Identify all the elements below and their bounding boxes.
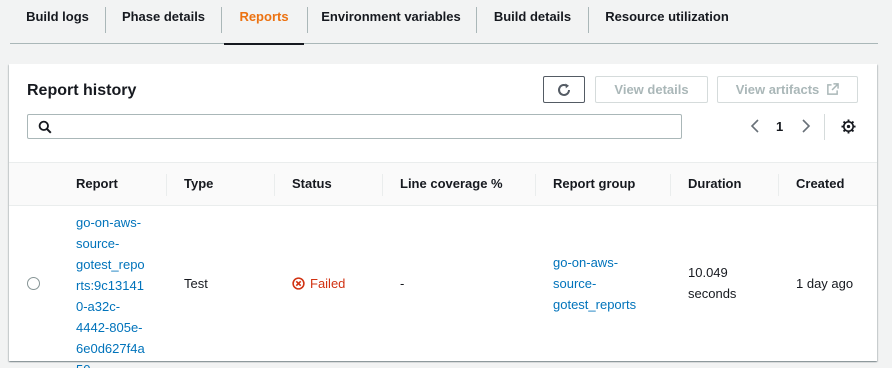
tab-environment-variables[interactable]: Environment variables xyxy=(308,0,474,44)
column-divider xyxy=(274,174,275,196)
gear-icon[interactable] xyxy=(841,119,856,134)
tab-resource-utilization[interactable]: Resource utilization xyxy=(589,0,745,44)
pagination-divider xyxy=(824,114,825,140)
column-header-line-coverage[interactable]: Line coverage % xyxy=(400,163,503,205)
refresh-icon xyxy=(558,83,570,96)
tab-build-logs[interactable]: Build logs xyxy=(10,0,105,44)
report-type: Test xyxy=(184,276,208,291)
table-header: Report Type Status Line coverage % Repor… xyxy=(9,162,877,206)
column-header-report[interactable]: Report xyxy=(76,163,118,205)
chevron-right-icon[interactable] xyxy=(801,119,811,133)
column-divider xyxy=(166,174,167,196)
line-coverage-value: - xyxy=(400,276,405,291)
column-header-duration[interactable]: Duration xyxy=(688,163,741,205)
column-header-status[interactable]: Status xyxy=(292,163,332,205)
column-divider xyxy=(778,174,779,196)
external-link-icon xyxy=(827,83,840,95)
status-badge: Failed xyxy=(292,273,345,294)
tab-reports[interactable]: Reports xyxy=(224,0,304,45)
tab-divider xyxy=(221,7,222,33)
column-divider xyxy=(382,174,383,196)
search-icon xyxy=(38,120,52,134)
tab-phase-details[interactable]: Phase details xyxy=(106,0,221,44)
table-row[interactable]: go-on-aws- source- gotest_repo rts:9c131… xyxy=(9,206,877,368)
tab-build-details[interactable]: Build details xyxy=(477,0,588,44)
chevron-left-icon[interactable] xyxy=(750,119,760,133)
view-artifacts-button[interactable]: View artifacts xyxy=(717,76,858,103)
view-details-button[interactable]: View details xyxy=(595,76,708,103)
report-link[interactable]: go-on-aws- source- gotest_repo rts:9c131… xyxy=(76,212,158,368)
search-input[interactable] xyxy=(27,114,682,139)
report-group-link[interactable]: go-on-aws- source- gotest_reports xyxy=(553,252,636,315)
created-value: 1 day ago xyxy=(796,276,854,291)
column-divider xyxy=(535,174,536,196)
column-header-report-group[interactable]: Report group xyxy=(553,163,635,205)
column-header-type[interactable]: Type xyxy=(184,163,213,205)
column-divider xyxy=(670,174,671,196)
pagination-current-page[interactable]: 1 xyxy=(776,119,783,134)
refresh-button[interactable] xyxy=(543,76,585,103)
report-history-panel: Report history View details View artifac… xyxy=(9,64,877,368)
error-circle-icon xyxy=(292,277,305,290)
row-select-radio[interactable] xyxy=(27,277,40,290)
column-header-created[interactable]: Created xyxy=(796,163,844,205)
tab-bar: Build logs Phase details Reports Environ… xyxy=(10,0,878,45)
panel-title: Report history xyxy=(27,82,137,99)
duration-value: 10.049 seconds xyxy=(688,265,737,301)
